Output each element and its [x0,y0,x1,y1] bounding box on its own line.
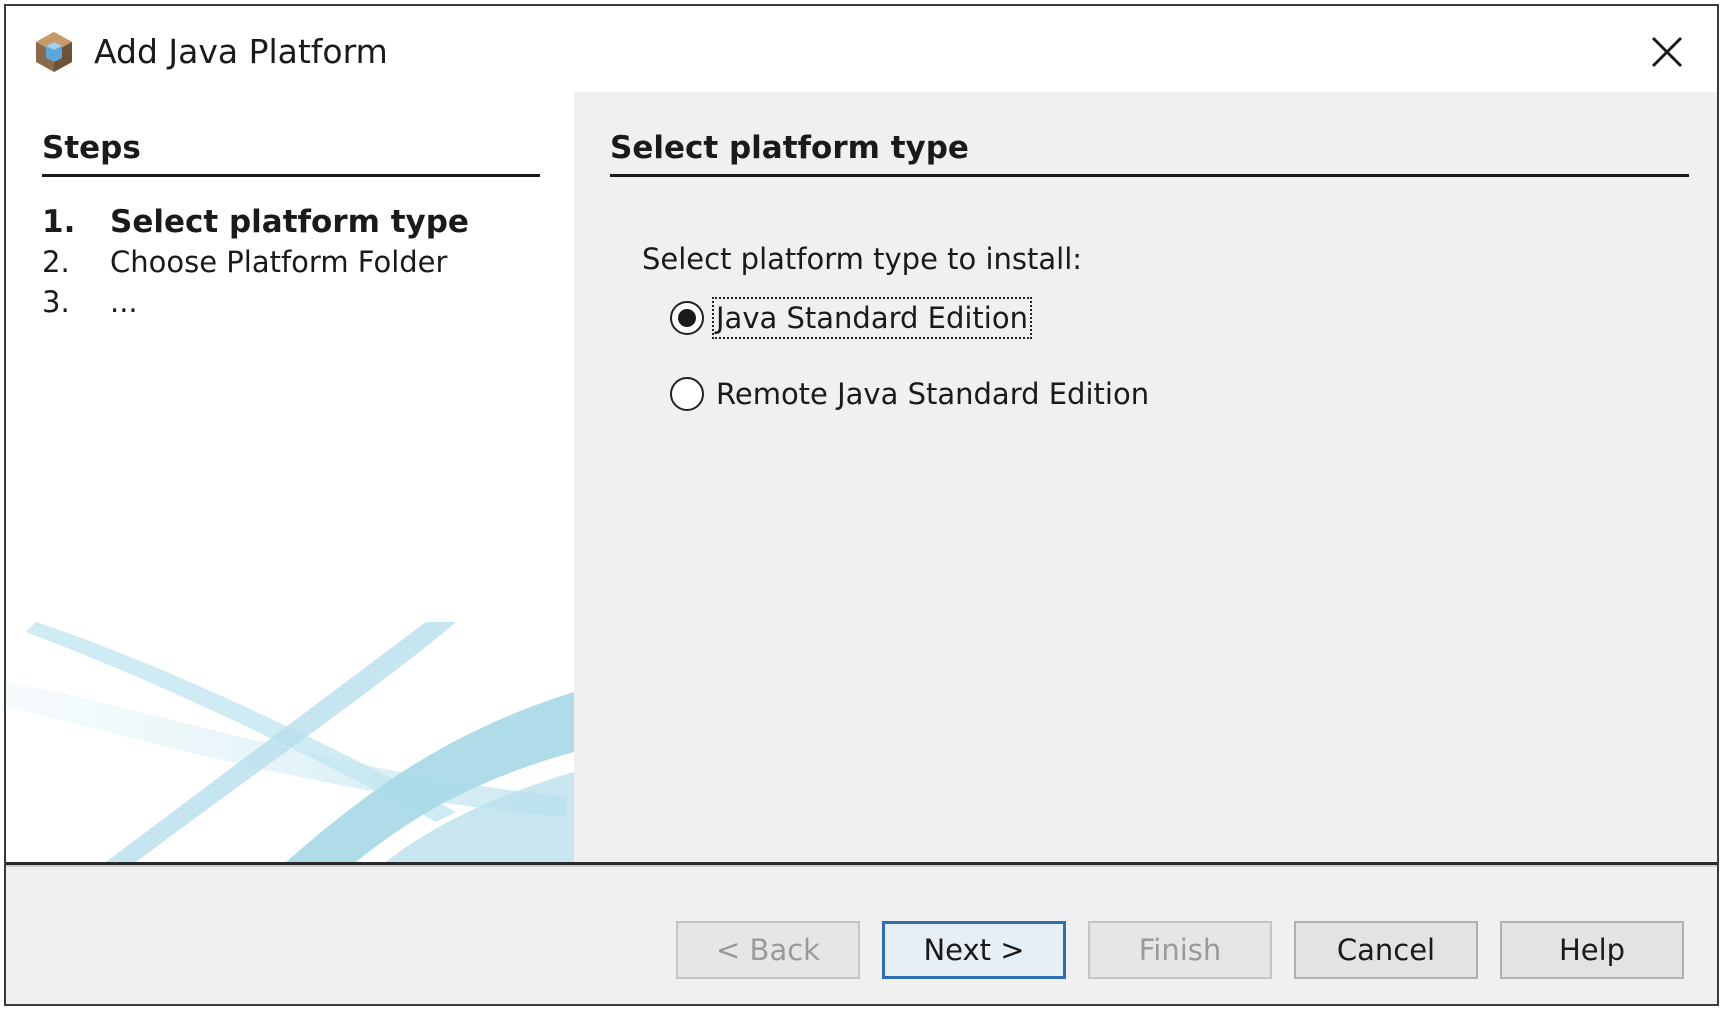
radio-java-standard-edition[interactable]: Java Standard Edition [670,297,1032,339]
radio-button[interactable] [670,377,704,411]
step-number: 1. [42,204,76,240]
step-label: Choose Platform Folder [110,245,448,279]
netbeans-cube-icon [36,32,72,72]
help-button[interactable]: Help [1500,921,1684,979]
title-bar: Add Java Platform [6,6,1717,92]
section-heading: Select platform type [610,130,1689,177]
radio-label[interactable]: Java Standard Edition [712,297,1032,339]
close-button[interactable] [1639,24,1695,80]
steps-list: 1. Select platform type 2. Choose Platfo… [42,202,542,322]
platform-type-prompt: Select platform type to install: [642,242,1083,276]
cancel-button[interactable]: Cancel [1294,921,1478,979]
step-number: 3. [42,285,70,319]
window-title: Add Java Platform [94,32,388,71]
steps-heading: Steps [42,130,540,177]
step-number: 2. [42,245,70,279]
radio-button[interactable] [670,301,704,335]
radio-label[interactable]: Remote Java Standard Edition [714,375,1151,413]
add-java-platform-dialog: Add Java Platform Steps 1. Select platfo… [4,4,1719,1006]
step-item-3: 3. ... [42,282,542,322]
next-button[interactable]: Next > [882,921,1066,979]
wizard-decoration-image [6,622,574,862]
step-item-1: 1. Select platform type [42,202,542,242]
finish-button[interactable]: Finish [1088,921,1272,979]
step-item-2: 2. Choose Platform Folder [42,242,542,282]
close-icon [1651,36,1683,68]
step-label: Select platform type [110,204,469,240]
content-panel: Select platform type Select platform typ… [574,92,1717,862]
radio-selected-dot [678,309,696,327]
steps-panel: Steps 1. Select platform type 2. Choose … [6,92,574,862]
step-label: ... [110,285,138,319]
button-bar: < Back Next > Finish Cancel Help [6,865,1717,1004]
back-button[interactable]: < Back [676,921,860,979]
radio-remote-java-standard-edition[interactable]: Remote Java Standard Edition [670,375,1151,413]
